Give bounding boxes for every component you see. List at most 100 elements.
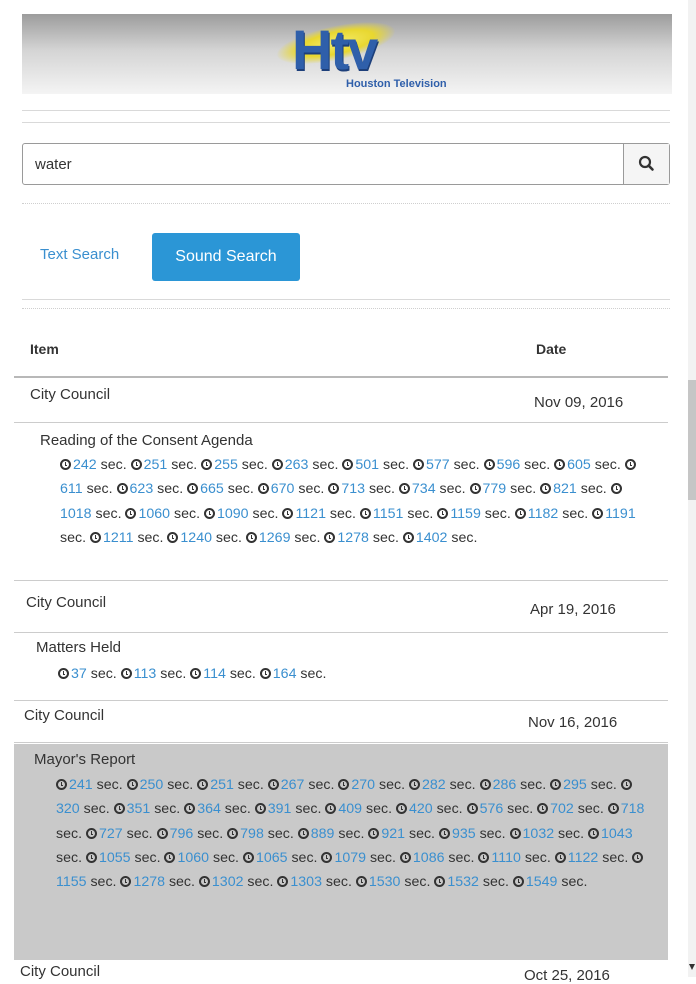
timestamp-link[interactable]: 1018 (60, 506, 92, 522)
timestamp-link[interactable]: 1151 (373, 506, 404, 522)
timestamp-link[interactable]: 282 (422, 777, 446, 793)
timestamp-item[interactable]: 1065 sec. (242, 850, 317, 866)
timestamp-link[interactable]: 164 (273, 666, 297, 682)
timestamp-link[interactable]: 1302 (212, 874, 244, 890)
timestamp-link[interactable]: 1110 (491, 850, 520, 866)
timestamp-item[interactable]: 623 sec. (116, 481, 183, 497)
timestamp-item[interactable]: 798 sec. (227, 826, 294, 842)
timestamp-item[interactable]: 1121 sec. (282, 506, 356, 522)
timestamp-link[interactable]: 37 (71, 666, 87, 682)
timestamp-link[interactable]: 320 (56, 801, 80, 817)
timestamp-link[interactable]: 821 (553, 481, 577, 497)
timestamp-link[interactable]: 1121 (295, 506, 326, 522)
timestamp-item[interactable]: 1532 sec. (434, 874, 509, 890)
timestamp-item[interactable]: 267 sec. (267, 777, 334, 793)
timestamp-item[interactable]: 1110 sec. (478, 850, 551, 866)
timestamp-link[interactable]: 796 (170, 826, 194, 842)
result-group-title[interactable]: City Council (20, 963, 100, 980)
timestamp-link[interactable]: 935 (452, 826, 476, 842)
timestamp-link[interactable]: 113 (134, 666, 157, 682)
timestamp-link[interactable]: 420 (409, 801, 433, 817)
timestamp-item[interactable]: 1278 sec. (120, 874, 195, 890)
htv-logo[interactable]: Htv Houston Television (272, 13, 472, 92)
timestamp-item[interactable]: 596 sec. (483, 457, 550, 473)
timestamp-item[interactable]: 1240 sec. (167, 530, 242, 546)
timestamp-item[interactable]: 242 sec. (60, 457, 127, 473)
timestamp-link[interactable]: 718 (621, 801, 645, 817)
timestamp-link[interactable]: 1269 (259, 530, 291, 546)
timestamp-link[interactable]: 1155 (56, 874, 87, 890)
result-entry-title[interactable]: Mayor's Report (34, 751, 135, 768)
timestamp-link[interactable]: 670 (271, 481, 295, 497)
timestamp-link[interactable]: 270 (351, 777, 375, 793)
timestamp-item[interactable]: 1211 sec. (89, 530, 163, 546)
timestamp-item[interactable]: 351 sec. (113, 801, 180, 817)
timestamp-link[interactable]: 255 (214, 457, 238, 473)
search-button[interactable] (623, 144, 669, 184)
result-group-title[interactable]: City Council (26, 594, 106, 611)
timestamp-link[interactable]: 779 (483, 481, 507, 497)
timestamp-link[interactable]: 241 (69, 777, 93, 793)
timestamp-item[interactable]: 1182 sec. (514, 506, 588, 522)
timestamp-link[interactable]: 727 (99, 826, 123, 842)
timestamp-link[interactable]: 1055 (99, 850, 131, 866)
timestamp-link[interactable]: 295 (563, 777, 587, 793)
scrollbar-thumb[interactable] (688, 380, 696, 500)
timestamp-link[interactable]: 1122 (568, 850, 599, 866)
timestamp-item[interactable]: 420 sec. (395, 801, 463, 817)
timestamp-item[interactable]: 1060 sec. (125, 506, 200, 522)
timestamp-link[interactable]: 1159 (450, 506, 481, 522)
scrollbar[interactable] (688, 0, 696, 977)
timestamp-link[interactable]: 576 (480, 801, 504, 817)
timestamp-link[interactable]: 1278 (337, 530, 369, 546)
timestamp-link[interactable]: 391 (268, 801, 292, 817)
timestamp-link[interactable]: 351 (127, 801, 151, 817)
timestamp-item[interactable]: 255 sec. (201, 457, 268, 473)
timestamp-link[interactable]: 713 (341, 481, 365, 497)
timestamp-item[interactable]: 935 sec. (438, 826, 506, 842)
timestamp-item[interactable]: 889 sec. (297, 826, 364, 842)
timestamp-link[interactable]: 702 (550, 801, 574, 817)
timestamp-item[interactable]: 1090 sec. (203, 506, 279, 522)
timestamp-item[interactable]: 270 sec. (338, 777, 405, 793)
timestamp-link[interactable]: 267 (281, 777, 305, 793)
timestamp-link[interactable]: 577 (426, 457, 450, 473)
timestamp-item[interactable]: 250 sec. (126, 777, 193, 793)
timestamp-item[interactable]: 164 sec. (259, 666, 326, 682)
timestamp-item[interactable]: 713 sec. (328, 481, 395, 497)
result-group-title[interactable]: City Council (30, 386, 110, 403)
timestamp-item[interactable]: 665 sec. (187, 481, 254, 497)
timestamp-link[interactable]: 1530 (369, 874, 401, 890)
timestamp-item[interactable]: 1303 sec. (277, 874, 352, 890)
timestamp-link[interactable]: 1532 (447, 874, 479, 890)
timestamp-item[interactable]: 1079 sec. (321, 850, 396, 866)
timestamp-link[interactable]: 242 (73, 457, 97, 473)
timestamp-item[interactable]: 1278 sec. (324, 530, 399, 546)
timestamp-item[interactable]: 251 sec. (197, 777, 264, 793)
timestamp-link[interactable]: 251 (144, 457, 168, 473)
timestamp-link[interactable]: 250 (140, 777, 164, 793)
timestamp-item[interactable]: 605 sec. (554, 457, 621, 473)
timestamp-link[interactable]: 1043 (601, 826, 633, 842)
timestamp-item[interactable]: 1402 sec. (402, 530, 477, 546)
timestamp-link[interactable]: 889 (311, 826, 335, 842)
timestamp-link[interactable]: 798 (240, 826, 264, 842)
timestamp-item[interactable]: 821 sec. (540, 481, 607, 497)
timestamp-item[interactable]: 1086 sec. (399, 850, 474, 866)
timestamp-link[interactable]: 1303 (290, 874, 322, 890)
timestamp-item[interactable]: 295 sec. (550, 777, 617, 793)
timestamp-item[interactable]: 1530 sec. (355, 874, 430, 890)
timestamp-item[interactable]: 576 sec. (466, 801, 533, 817)
timestamp-item[interactable]: 37 sec. (58, 666, 117, 682)
timestamp-link[interactable]: 1191 (605, 506, 636, 522)
timestamp-link[interactable]: 364 (197, 801, 221, 817)
timestamp-item[interactable]: 282 sec. (408, 777, 476, 793)
timestamp-item[interactable]: 796 sec. (156, 826, 223, 842)
timestamp-link[interactable]: 1240 (180, 530, 212, 546)
timestamp-link[interactable]: 409 (338, 801, 362, 817)
result-entry-title[interactable]: Reading of the Consent Agenda (40, 432, 253, 449)
timestamp-link[interactable]: 1211 (103, 530, 134, 546)
timestamp-link[interactable]: 501 (355, 457, 379, 473)
timestamp-item[interactable]: 113 sec. (120, 666, 186, 682)
timestamp-link[interactable]: 734 (412, 481, 436, 497)
